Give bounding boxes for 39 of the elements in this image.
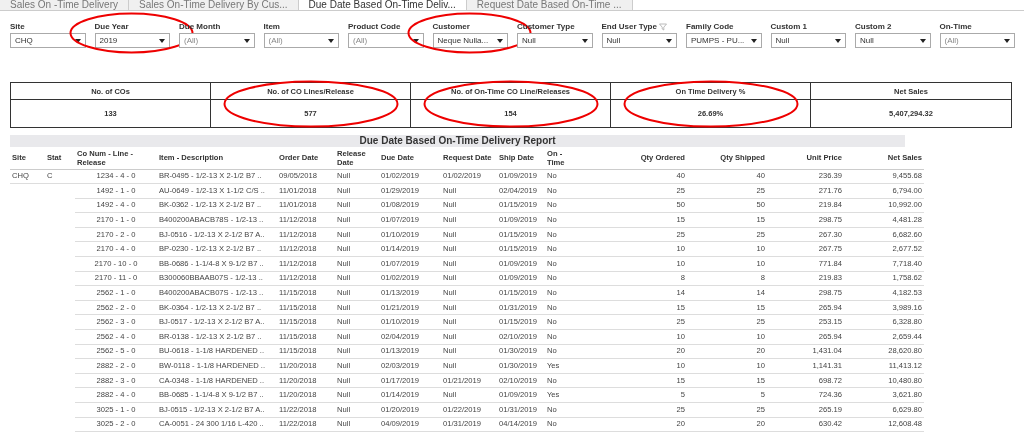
- dropdown[interactable]: 2019: [94, 33, 170, 48]
- dropdown[interactable]: (All): [179, 33, 255, 48]
- filter-label: Customer: [432, 20, 470, 33]
- dropdown[interactable]: (All): [348, 33, 424, 48]
- dropdown[interactable]: CHQ: [10, 33, 86, 48]
- caret-icon: [328, 38, 334, 43]
- caret-icon: [159, 38, 165, 43]
- filter-label: Custom 1: [770, 20, 807, 33]
- filter-label: End User Type: [601, 20, 657, 33]
- dropdown[interactable]: (All): [939, 33, 1015, 48]
- dropdown[interactable]: PUMPS - PU...: [686, 33, 762, 48]
- caret-icon: [243, 38, 250, 43]
- caret-icon: [835, 38, 841, 43]
- caret-icon: [750, 38, 757, 43]
- caret-icon: [919, 38, 926, 43]
- filter-label: Product Code: [348, 20, 401, 33]
- filter-label: Family Code: [686, 20, 734, 33]
- dropdown[interactable]: Null: [855, 33, 931, 48]
- filter-icon[interactable]: [658, 22, 667, 31]
- dropdown[interactable]: Neque Nulla...: [432, 33, 508, 48]
- report-title: Due Date Based On-Time Delivery Report: [10, 135, 905, 147]
- filter-label: On-Time: [939, 20, 972, 33]
- dropdown[interactable]: Null: [770, 33, 846, 48]
- filter-label: Item: [263, 20, 280, 33]
- caret-icon: [581, 38, 588, 43]
- caret-icon: [497, 38, 503, 43]
- caret-icon: [74, 38, 81, 43]
- filter-label: Site: [10, 20, 25, 33]
- tab[interactable]: Request Date Based On-Time ...: [466, 0, 633, 10]
- dropdown[interactable]: Null: [601, 33, 677, 48]
- dropdown[interactable]: (All): [263, 33, 339, 48]
- caret-icon: [1004, 38, 1010, 43]
- tab[interactable]: Sales On-Time Delivery By Cus...: [129, 0, 299, 10]
- filter-label: Custom 2: [855, 20, 892, 33]
- dropdown[interactable]: Null: [517, 33, 593, 48]
- tab[interactable]: Sales On -Time Delivery: [0, 0, 129, 10]
- filter-label: Due Year: [94, 20, 129, 33]
- caret-icon: [666, 38, 672, 43]
- caret-icon: [412, 38, 419, 43]
